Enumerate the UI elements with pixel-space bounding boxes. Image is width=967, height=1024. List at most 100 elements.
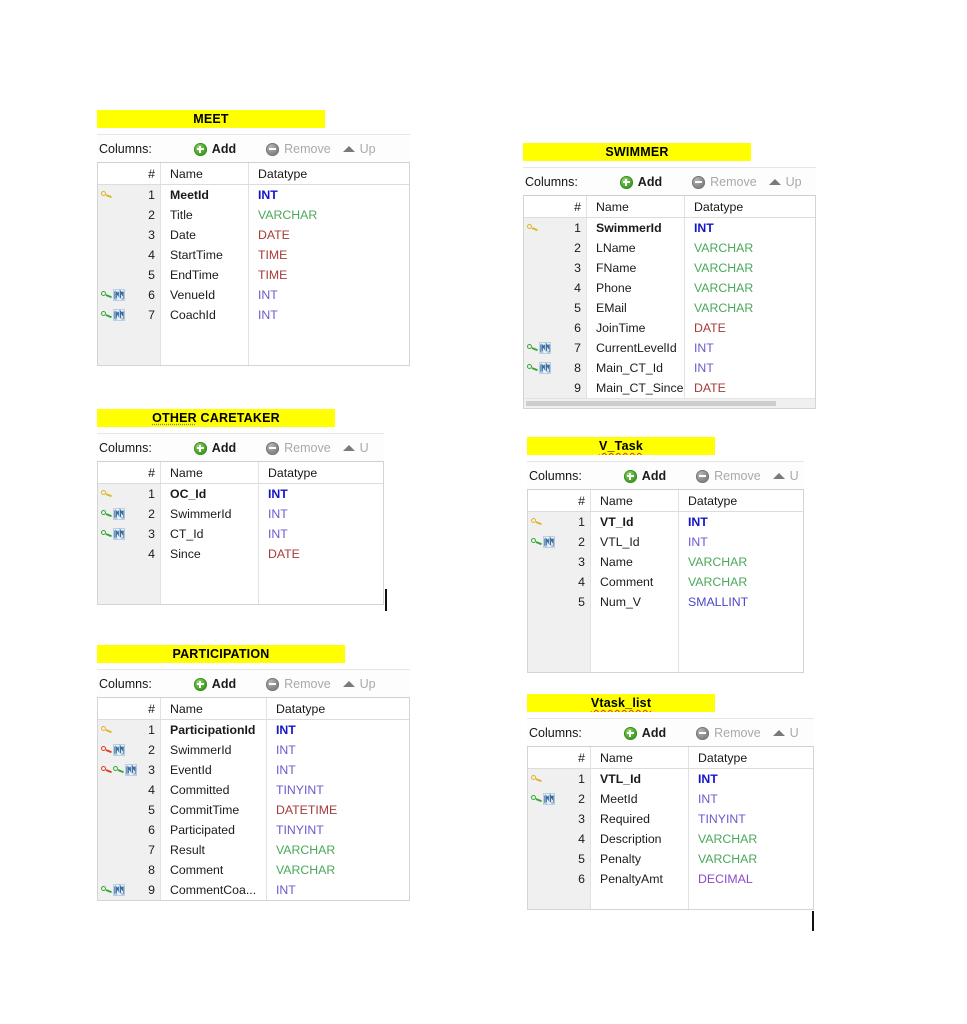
column-datatype-cell[interactable]: TINYINT bbox=[266, 820, 409, 840]
column-datatype-cell[interactable]: INT bbox=[258, 524, 383, 544]
column-name-cell[interactable]: Comment bbox=[590, 572, 678, 592]
grid-header-datatype[interactable]: Datatype bbox=[688, 747, 813, 768]
column-name-cell[interactable]: Since bbox=[160, 544, 258, 564]
column-name-cell[interactable]: LName bbox=[586, 238, 684, 258]
column-row[interactable]: 4 Since DATE bbox=[98, 544, 383, 564]
column-name-cell[interactable]: Num_V bbox=[590, 592, 678, 612]
grid-header-datatype[interactable]: Datatype bbox=[678, 490, 803, 511]
column-row[interactable]: 3 CT_Id INT bbox=[98, 524, 383, 544]
column-datatype-cell[interactable]: INT bbox=[678, 532, 803, 552]
column-name-cell[interactable]: Required bbox=[590, 809, 688, 829]
column-name-cell[interactable]: MeetId bbox=[160, 185, 248, 205]
column-name-cell[interactable]: MeetId bbox=[590, 789, 688, 809]
grid-header-name[interactable]: Name bbox=[160, 163, 248, 184]
grid-header-datatype[interactable]: Datatype bbox=[258, 462, 383, 483]
column-datatype-cell[interactable]: DATE bbox=[684, 378, 815, 398]
grid-header-name[interactable]: Name bbox=[590, 747, 688, 768]
move-up-button[interactable]: Up bbox=[342, 677, 376, 691]
column-row[interactable]: 4 Description VARCHAR bbox=[528, 829, 813, 849]
column-datatype-cell[interactable]: INT bbox=[248, 305, 409, 325]
column-name-cell[interactable]: CommitTime bbox=[160, 800, 266, 820]
column-row[interactable]: 6 PenaltyAmt DECIMAL bbox=[528, 869, 813, 889]
column-name-cell[interactable]: CoachId bbox=[160, 305, 248, 325]
column-datatype-cell[interactable]: TINYINT bbox=[266, 780, 409, 800]
column-row[interactable]: 2 SwimmerId INT bbox=[98, 504, 383, 524]
column-datatype-cell[interactable]: VARCHAR bbox=[684, 238, 815, 258]
column-row[interactable]: 6 VenueId INT bbox=[98, 285, 409, 305]
column-datatype-cell[interactable]: INT bbox=[266, 760, 409, 780]
move-up-button[interactable]: U bbox=[342, 441, 369, 455]
column-datatype-cell[interactable]: VARCHAR bbox=[684, 258, 815, 278]
column-row[interactable]: 5 Num_V SMALLINT bbox=[528, 592, 803, 612]
column-name-cell[interactable]: FName bbox=[586, 258, 684, 278]
column-row[interactable]: 3 Date DATE bbox=[98, 225, 409, 245]
column-name-cell[interactable]: Comment bbox=[160, 860, 266, 880]
column-row[interactable]: 1 VT_Id INT bbox=[528, 512, 803, 532]
column-name-cell[interactable]: Participated bbox=[160, 820, 266, 840]
column-row[interactable]: 8 Main_CT_Id INT bbox=[524, 358, 815, 378]
column-row[interactable]: 1 MeetId INT bbox=[98, 185, 409, 205]
add-column-button[interactable]: Add bbox=[619, 175, 662, 189]
grid-header-name[interactable]: Name bbox=[160, 698, 266, 719]
column-row[interactable]: 8 Comment VARCHAR bbox=[98, 860, 409, 880]
column-datatype-cell[interactable]: INT bbox=[266, 740, 409, 760]
add-column-button[interactable]: Add bbox=[623, 469, 666, 483]
column-row[interactable]: 4 Committed TINYINT bbox=[98, 780, 409, 800]
column-datatype-cell[interactable]: INT bbox=[266, 880, 409, 900]
column-name-cell[interactable]: VTL_Id bbox=[590, 769, 688, 789]
column-datatype-cell[interactable]: INT bbox=[684, 218, 815, 238]
grid-header-datatype[interactable]: Datatype bbox=[266, 698, 409, 719]
column-datatype-cell[interactable]: VARCHAR bbox=[678, 572, 803, 592]
column-name-cell[interactable]: JoinTime bbox=[586, 318, 684, 338]
column-row[interactable]: 4 Comment VARCHAR bbox=[528, 572, 803, 592]
horizontal-scrollbar[interactable] bbox=[524, 398, 815, 408]
column-name-cell[interactable]: StartTime bbox=[160, 245, 248, 265]
column-row[interactable]: 1 OC_Id INT bbox=[98, 484, 383, 504]
column-row[interactable]: 2 LName VARCHAR bbox=[524, 238, 815, 258]
column-datatype-cell[interactable]: SMALLINT bbox=[678, 592, 803, 612]
column-datatype-cell[interactable]: DATE bbox=[684, 318, 815, 338]
column-name-cell[interactable]: SwimmerId bbox=[160, 740, 266, 760]
column-row[interactable]: 2 MeetId INT bbox=[528, 789, 813, 809]
column-datatype-cell[interactable]: INT bbox=[678, 512, 803, 532]
column-row[interactable]: 6 Participated TINYINT bbox=[98, 820, 409, 840]
add-column-button[interactable]: Add bbox=[193, 677, 236, 691]
column-datatype-cell[interactable]: INT bbox=[248, 285, 409, 305]
column-row[interactable]: 5 CommitTime DATETIME bbox=[98, 800, 409, 820]
column-datatype-cell[interactable]: INT bbox=[258, 484, 383, 504]
move-up-button[interactable]: Up bbox=[768, 175, 802, 189]
column-datatype-cell[interactable]: DATE bbox=[258, 544, 383, 564]
column-datatype-cell[interactable]: DATETIME bbox=[266, 800, 409, 820]
move-up-button[interactable]: U bbox=[772, 469, 799, 483]
column-name-cell[interactable]: Date bbox=[160, 225, 248, 245]
grid-header-name[interactable]: Name bbox=[586, 196, 684, 217]
column-row[interactable]: 1 SwimmerId INT bbox=[524, 218, 815, 238]
column-row[interactable]: 4 StartTime TIME bbox=[98, 245, 409, 265]
column-name-cell[interactable]: Penalty bbox=[590, 849, 688, 869]
column-row[interactable]: 2 VTL_Id INT bbox=[528, 532, 803, 552]
column-name-cell[interactable]: CT_Id bbox=[160, 524, 258, 544]
move-up-button[interactable]: U bbox=[772, 726, 799, 740]
column-row[interactable]: 2 Title VARCHAR bbox=[98, 205, 409, 225]
column-name-cell[interactable]: PenaltyAmt bbox=[590, 869, 688, 889]
column-datatype-cell[interactable]: VARCHAR bbox=[684, 278, 815, 298]
column-row[interactable]: 5 EMail VARCHAR bbox=[524, 298, 815, 318]
remove-column-button[interactable]: Remove bbox=[266, 441, 331, 455]
column-name-cell[interactable]: VenueId bbox=[160, 285, 248, 305]
column-datatype-cell[interactable]: VARCHAR bbox=[688, 829, 813, 849]
column-datatype-cell[interactable]: INT bbox=[688, 769, 813, 789]
add-column-button[interactable]: Add bbox=[623, 726, 666, 740]
column-datatype-cell[interactable]: TINYINT bbox=[688, 809, 813, 829]
grid-header-datatype[interactable]: Datatype bbox=[684, 196, 815, 217]
column-datatype-cell[interactable]: DECIMAL bbox=[688, 869, 813, 889]
column-name-cell[interactable]: Main_CT_Since bbox=[586, 378, 684, 398]
column-row[interactable]: 5 EndTime TIME bbox=[98, 265, 409, 285]
column-datatype-cell[interactable]: INT bbox=[248, 185, 409, 205]
column-name-cell[interactable]: CurrentLevelId bbox=[586, 338, 684, 358]
column-datatype-cell[interactable]: VARCHAR bbox=[266, 840, 409, 860]
grid-header-name[interactable]: Name bbox=[590, 490, 678, 511]
remove-column-button[interactable]: Remove bbox=[266, 142, 331, 156]
column-datatype-cell[interactable]: TIME bbox=[248, 265, 409, 285]
column-row[interactable]: 9 CommentCoa... INT bbox=[98, 880, 409, 900]
column-datatype-cell[interactable]: VARCHAR bbox=[248, 205, 409, 225]
